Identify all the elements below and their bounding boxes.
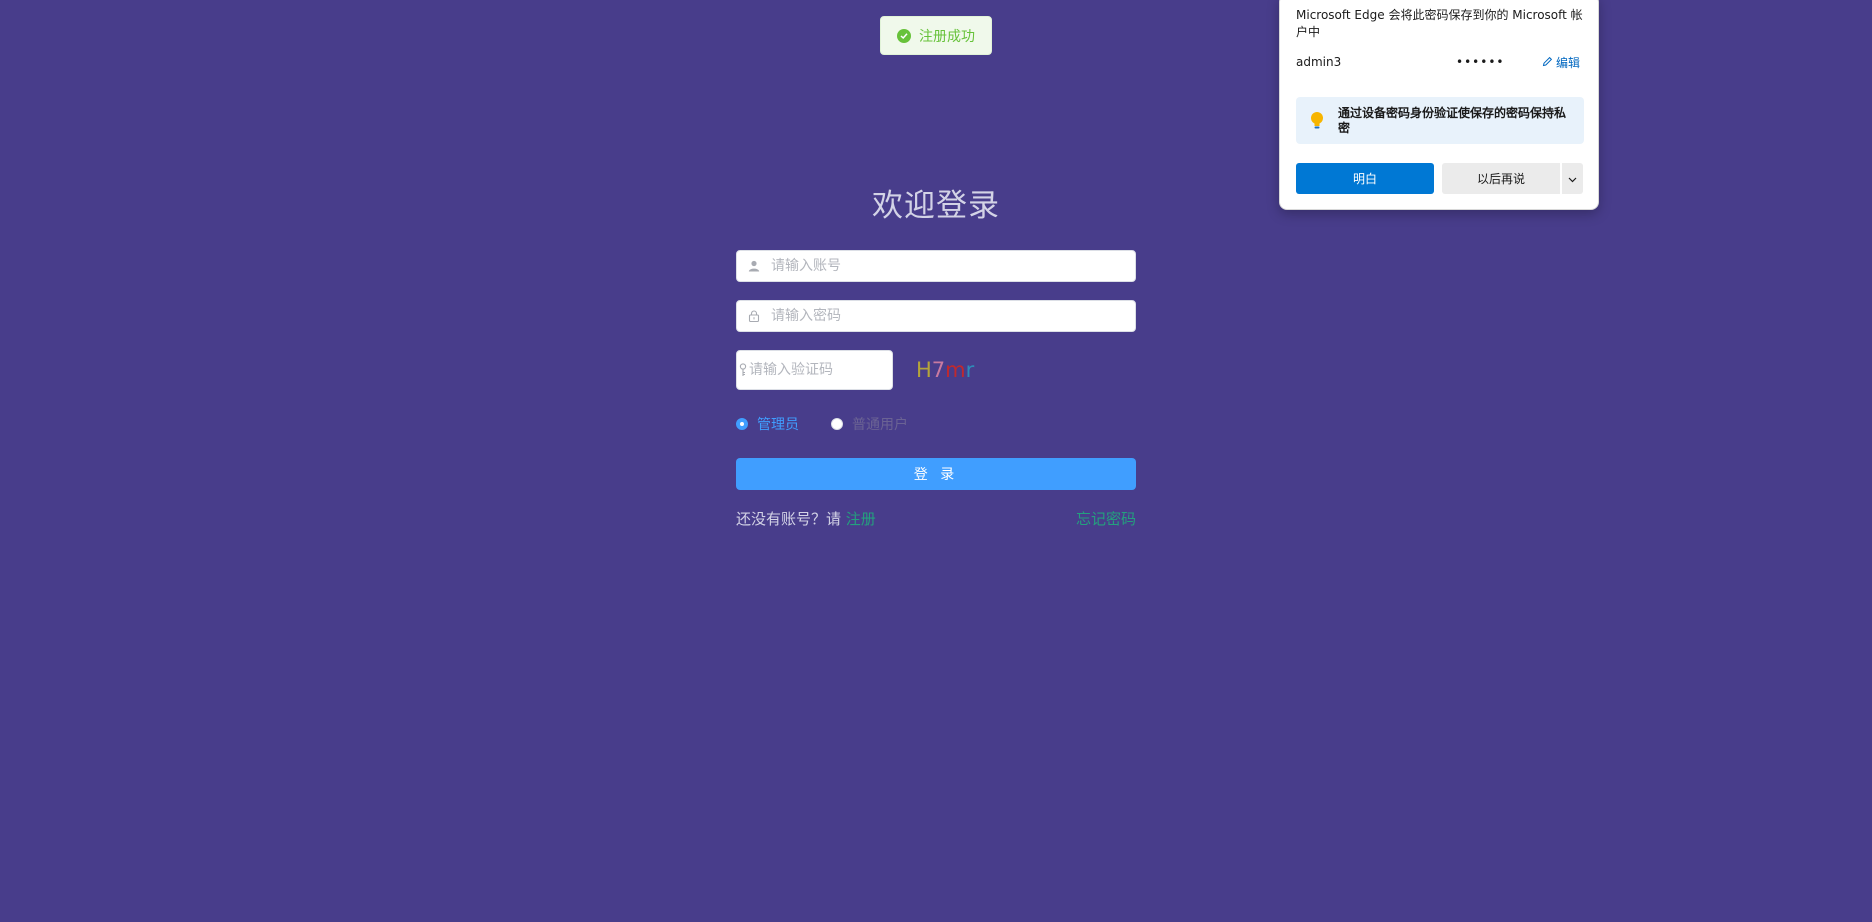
login-footer: 还没有账号？请 注册 忘记密码 — [736, 508, 1136, 529]
forgot-password-link[interactable]: 忘记密码 — [1076, 508, 1136, 529]
password-input[interactable] — [771, 301, 1135, 331]
edit-button[interactable]: 编辑 — [1542, 54, 1580, 71]
got-it-button[interactable]: 明白 — [1296, 163, 1434, 194]
register-row: 还没有账号？请 注册 — [736, 508, 876, 529]
saved-password-mask: •••••• — [1456, 55, 1505, 69]
username-input[interactable] — [771, 251, 1135, 281]
page-title: 欢迎登录 — [872, 188, 1000, 224]
radio-dot[interactable] — [736, 418, 748, 430]
register-prompt: 还没有账号？请 — [736, 510, 842, 528]
saved-username: admin3 — [1296, 55, 1342, 69]
lock-icon — [737, 310, 771, 322]
username-field[interactable] — [736, 250, 1136, 282]
chevron-down-icon — [1568, 171, 1577, 186]
pencil-icon — [1542, 56, 1553, 70]
role-label-user: 普通用户 — [852, 417, 908, 433]
radio-dot[interactable] — [831, 418, 843, 430]
edit-label: 编辑 — [1556, 56, 1581, 70]
user-icon — [737, 260, 771, 272]
login-button[interactable]: 登 录 — [736, 458, 1136, 490]
key-icon — [737, 363, 749, 377]
edge-save-password-popup: Microsoft Edge 会将此密码保存到你的 Microsoft 帐户中 … — [1279, 0, 1599, 210]
captcha-char: r — [965, 358, 975, 382]
captcha-image[interactable]: H7mr — [916, 358, 974, 382]
check-circle-icon — [897, 28, 911, 43]
role-option-admin[interactable]: 管理员 — [736, 414, 799, 434]
captcha-char: m — [945, 358, 966, 382]
captcha-char: H — [916, 358, 932, 382]
more-options-button[interactable] — [1562, 163, 1583, 194]
role-option-user[interactable]: 普通用户 — [831, 414, 908, 434]
lightbulb-icon — [1296, 111, 1338, 131]
register-link[interactable]: 注册 — [846, 510, 876, 528]
toast-message: 注册成功 — [919, 28, 975, 45]
role-selector: 管理员 普通用户 — [736, 414, 908, 434]
not-now-button[interactable]: 以后再说 — [1442, 163, 1560, 194]
tip-text: 通过设备密码身份验证使保存的密码保持私密 — [1338, 105, 1567, 135]
password-field[interactable] — [736, 300, 1136, 332]
captcha-input[interactable] — [749, 351, 923, 389]
success-toast: 注册成功 — [880, 16, 992, 55]
captcha-field[interactable] — [736, 350, 923, 390]
role-label-admin: 管理员 — [757, 417, 799, 433]
popup-message: Microsoft Edge 会将此密码保存到你的 Microsoft 帐户中 — [1296, 8, 1583, 39]
captcha-char: 7 — [931, 358, 946, 382]
privacy-tip: 通过设备密码身份验证使保存的密码保持私密 — [1296, 97, 1584, 144]
